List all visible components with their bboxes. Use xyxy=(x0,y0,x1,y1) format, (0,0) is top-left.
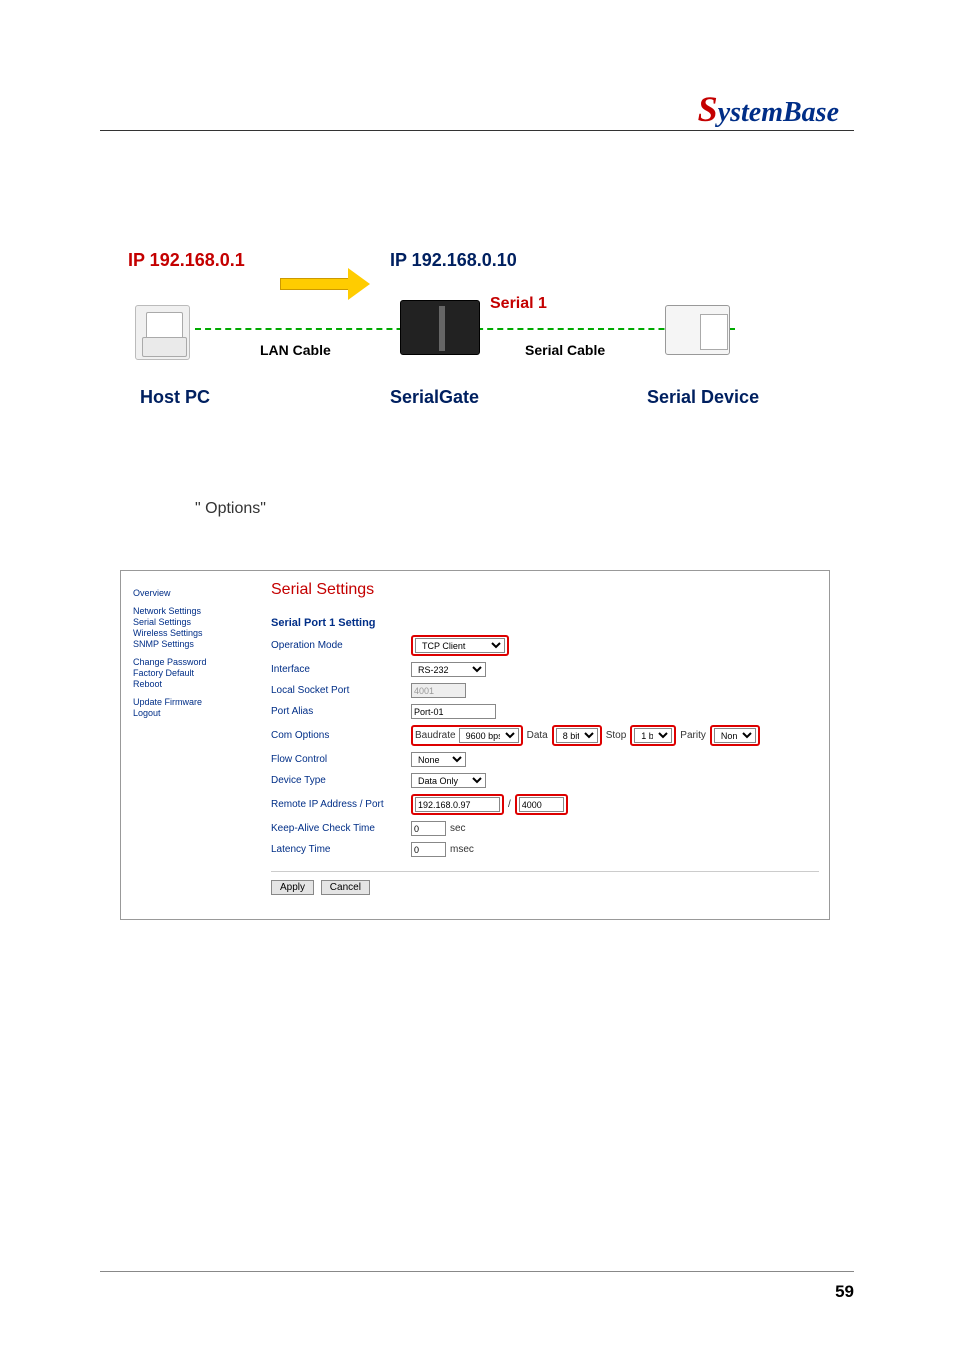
operation-mode-label: Operation Mode xyxy=(271,640,411,651)
remote-ip-input[interactable] xyxy=(415,797,500,812)
sidebar-serial-settings[interactable]: Serial Settings xyxy=(133,617,253,627)
settings-panel: Serial Settings Serial Port 1 Setting Op… xyxy=(271,581,819,895)
host-pc-label: Host PC xyxy=(140,387,210,408)
settings-screenshot: Overview Network Settings Serial Setting… xyxy=(120,570,830,920)
keep-alive-label: Keep-Alive Check Time xyxy=(271,823,411,834)
device-type-label: Device Type xyxy=(271,775,411,786)
sidebar-nav: Overview Network Settings Serial Setting… xyxy=(133,587,253,726)
flow-control-label: Flow Control xyxy=(271,754,411,765)
cancel-button[interactable]: Cancel xyxy=(321,880,370,895)
sidebar-overview[interactable]: Overview xyxy=(133,588,253,598)
sidebar-logout[interactable]: Logout xyxy=(133,708,253,718)
serial-cable-label: Serial Cable xyxy=(525,342,605,358)
options-text: " Options" xyxy=(195,500,266,518)
serialgate-ip-label: IP 192.168.0.10 xyxy=(390,250,517,271)
settings-title: Serial Settings xyxy=(271,581,819,599)
stop-bits-label: Stop xyxy=(606,730,627,741)
stop-bits-select[interactable]: 1 bit xyxy=(634,728,672,743)
sidebar-network-settings[interactable]: Network Settings xyxy=(133,606,253,616)
divider xyxy=(271,871,819,872)
keep-alive-input[interactable] xyxy=(411,821,446,836)
interface-select[interactable]: RS-232 xyxy=(411,662,486,677)
data-bits-select[interactable]: 8 bits xyxy=(556,728,598,743)
data-bits-label: Data xyxy=(527,730,548,741)
settings-subtitle: Serial Port 1 Setting xyxy=(271,617,819,629)
latency-input[interactable] xyxy=(411,842,446,857)
local-socket-port-input[interactable] xyxy=(411,683,466,698)
keep-alive-unit: sec xyxy=(450,823,466,834)
parity-label: Parity xyxy=(680,730,706,741)
local-socket-port-label: Local Socket Port xyxy=(271,685,411,696)
interface-label: Interface xyxy=(271,664,411,675)
apply-button[interactable]: Apply xyxy=(271,880,314,895)
baudrate-label: Baudrate xyxy=(415,730,456,741)
latency-label: Latency Time xyxy=(271,844,411,855)
brand-logo: SystemBase xyxy=(698,88,839,130)
sidebar-reboot[interactable]: Reboot xyxy=(133,679,253,689)
remote-port-input[interactable] xyxy=(519,797,564,812)
serial-device-icon xyxy=(665,305,730,355)
device-type-select[interactable]: Data Only xyxy=(411,773,486,788)
footer-rule xyxy=(100,1271,854,1272)
remote-ip-separator: / xyxy=(508,799,511,810)
port-alias-label: Port Alias xyxy=(271,706,411,717)
parity-select[interactable]: None xyxy=(714,728,756,743)
baudrate-select[interactable]: 9600 bps xyxy=(459,728,519,743)
sidebar-snmp-settings[interactable]: SNMP Settings xyxy=(133,639,253,649)
network-diagram: IP 192.168.0.1 IP 192.168.0.10 Serial 1 … xyxy=(110,250,860,420)
sidebar-change-password[interactable]: Change Password xyxy=(133,657,253,667)
header-rule xyxy=(100,130,854,131)
page-number: 59 xyxy=(835,1282,854,1302)
port-alias-input[interactable] xyxy=(411,704,496,719)
sidebar-factory-default[interactable]: Factory Default xyxy=(133,668,253,678)
serialgate-icon xyxy=(400,300,480,355)
host-ip-label: IP 192.168.0.1 xyxy=(128,250,245,271)
operation-mode-select[interactable]: TCP Client xyxy=(415,638,505,653)
serial-device-label: Serial Device xyxy=(647,387,759,408)
sidebar-wireless-settings[interactable]: Wireless Settings xyxy=(133,628,253,638)
sidebar-update-firmware[interactable]: Update Firmware xyxy=(133,697,253,707)
remote-ip-label: Remote IP Address / Port xyxy=(271,799,411,810)
latency-unit: msec xyxy=(450,844,474,855)
arrow-icon xyxy=(280,268,380,298)
serialgate-label: SerialGate xyxy=(390,387,479,408)
serial1-label: Serial 1 xyxy=(490,295,547,313)
host-pc-icon xyxy=(135,305,190,360)
com-options-label: Com Options xyxy=(271,730,411,741)
flow-control-select[interactable]: None xyxy=(411,752,466,767)
lan-cable-label: LAN Cable xyxy=(260,342,331,358)
